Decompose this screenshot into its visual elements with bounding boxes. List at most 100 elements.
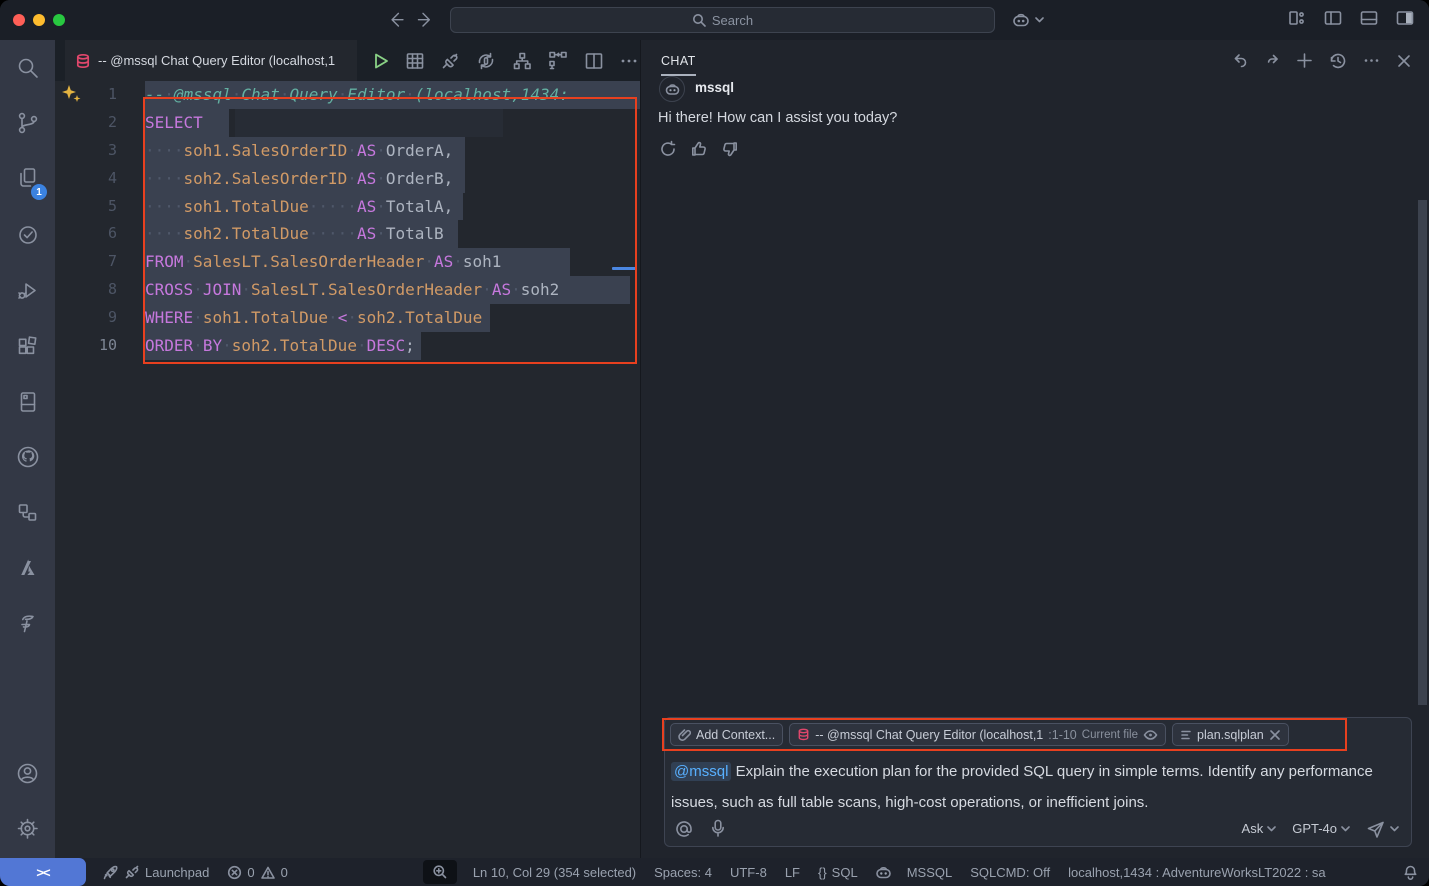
minimize-traffic-light[interactable] — [33, 14, 45, 26]
search-icon — [15, 55, 41, 81]
eol-item[interactable]: LF — [785, 865, 800, 880]
toggle-panel-bottom-icon[interactable] — [1359, 8, 1379, 28]
customize-layout-icon[interactable] — [1287, 8, 1307, 28]
sqlcmd-item[interactable]: SQLCMD: Off — [970, 865, 1050, 880]
copilot-menu[interactable] — [1010, 9, 1044, 31]
sidebar-item-connections[interactable] — [0, 489, 55, 537]
disconnect-plug-icon[interactable] — [439, 50, 461, 72]
close-traffic-light[interactable] — [13, 14, 25, 26]
plan-chip-label: plan.sqlplan — [1197, 728, 1264, 742]
model-selector[interactable]: GPT-4o — [1292, 821, 1350, 836]
more-actions-icon[interactable] — [1362, 51, 1381, 70]
results-grid-icon[interactable] — [404, 50, 426, 72]
code-line[interactable]: 10ORDER·BY·soh2.TotalDue·DESC; — [55, 332, 640, 360]
change-connection-icon[interactable] — [474, 49, 498, 73]
context-file-note: Current file — [1082, 729, 1138, 741]
remote-indicator[interactable]: >< — [0, 858, 86, 886]
paperclip-icon — [678, 728, 691, 742]
indentation-item[interactable]: Spaces: 4 — [654, 865, 712, 880]
sidebar-item-extensions[interactable] — [0, 323, 55, 371]
errors-count: 0 — [247, 865, 254, 880]
split-editor-icon[interactable] — [583, 50, 605, 72]
sidebar-item-task-check[interactable] — [0, 211, 55, 259]
sidebar-item-notebook[interactable] — [0, 378, 55, 426]
more-actions-icon[interactable] — [618, 50, 640, 72]
code-line[interactable]: 2SELECT — [55, 109, 640, 137]
sidebar-item-source-control[interactable] — [0, 99, 55, 147]
code-editor[interactable]: 1--·@mssql·Chat·Query·Editor·(localhost,… — [55, 81, 640, 858]
context-chip-plan-sqlplan[interactable]: plan.sqlplan — [1172, 723, 1289, 746]
tab-mssql-chat-query-editor[interactable]: -- @mssql Chat Query Editor (localhost,1 — [65, 40, 357, 81]
notifications-item[interactable] — [1402, 864, 1419, 881]
status-bar: >< Launchpad 0 0 Ln 10, Col 29 (354 sele… — [0, 858, 1429, 886]
command-center-search[interactable]: Search — [450, 7, 995, 33]
encoding-item[interactable]: UTF-8 — [730, 865, 767, 880]
code-line[interactable]: 6····soh2.TotalDue·····AS·TotalB — [55, 220, 640, 248]
sidebar-item-account[interactable] — [0, 749, 55, 797]
zoom-traffic-light[interactable] — [53, 14, 65, 26]
sidebar-item-azure[interactable] — [0, 544, 55, 592]
debug-icon — [15, 278, 41, 304]
warnings-icon — [260, 865, 276, 880]
undo-icon[interactable] — [1231, 51, 1250, 70]
sidebar-item-search[interactable] — [0, 44, 55, 92]
line-number: 3 — [55, 137, 117, 165]
close-icon[interactable] — [1395, 52, 1413, 70]
sidebar-item-flyway[interactable] — [0, 600, 55, 648]
cursor-position-item[interactable]: Ln 10, Col 29 (354 selected) — [473, 865, 636, 880]
navigate-back-icon[interactable] — [384, 8, 408, 32]
mode-selector[interactable]: Ask — [1242, 821, 1277, 836]
chat-history-icon[interactable] — [1328, 51, 1348, 71]
code-line[interactable]: 7FROM·SalesLT.SalesOrderHeader·AS·soh1 — [55, 248, 640, 276]
chat-draft-text[interactable]: @mssql Explain the execution plan for th… — [671, 756, 1403, 818]
mention-icon[interactable] — [675, 820, 693, 838]
sidebar-item-explorer[interactable]: 1 — [0, 154, 55, 202]
problems-item[interactable]: 0 0 — [227, 865, 287, 880]
navigate-forward-icon[interactable] — [414, 8, 438, 32]
check-circle-icon — [15, 222, 41, 248]
zoom-status-item[interactable] — [423, 860, 457, 884]
linked-squares-icon — [15, 500, 41, 526]
ghost-edit-region — [235, 109, 503, 137]
send-button[interactable] — [1366, 820, 1399, 838]
microphone-icon[interactable] — [711, 819, 725, 838]
connection-item[interactable]: localhost,1434 : AdventureWorksLT2022 : … — [1068, 865, 1326, 880]
remove-chip-icon[interactable] — [1269, 729, 1281, 741]
context-chip-current-file[interactable]: -- @mssql Chat Query Editor (localhost,1… — [789, 723, 1166, 746]
toggle-sidebar-right-icon[interactable] — [1395, 8, 1415, 28]
chat-input-box[interactable]: Add Context... -- @mssql Chat Query Edit… — [664, 717, 1412, 847]
search-placeholder: Search — [712, 13, 753, 28]
editor-tab-bar: -- @mssql Chat Query Editor (localhost,1 — [55, 40, 640, 81]
execution-plan-icon[interactable] — [511, 50, 533, 72]
new-chat-icon[interactable] — [1295, 51, 1314, 70]
launchpad-item[interactable]: Launchpad — [102, 864, 209, 881]
remote-icon: >< — [36, 865, 49, 880]
thumbs-down-icon[interactable] — [721, 140, 739, 158]
copilot-status-item[interactable] — [874, 863, 893, 882]
toggle-sidebar-left-icon[interactable] — [1323, 8, 1343, 28]
run-query-button[interactable] — [369, 50, 391, 72]
regenerate-icon[interactable] — [659, 140, 677, 158]
mssql-item[interactable]: MSSQL — [907, 865, 953, 880]
copilot-sparkle-icon[interactable] — [59, 83, 85, 107]
sidebar-item-settings[interactable] — [0, 804, 55, 852]
eye-icon[interactable] — [1143, 729, 1158, 741]
tab-chat[interactable]: CHAT — [661, 54, 696, 68]
sidebar-item-github[interactable] — [0, 433, 55, 481]
redo-icon[interactable] — [1264, 52, 1281, 69]
model-label: GPT-4o — [1292, 821, 1337, 836]
code-line[interactable]: 9WHERE·soh1.TotalDue·<·soh2.TotalDue — [55, 304, 640, 332]
add-context-button[interactable]: Add Context... — [670, 723, 783, 746]
code-line[interactable]: 8CROSS·JOIN·SalesLT.SalesOrderHeader·AS·… — [55, 276, 640, 304]
sidebar-item-run-debug[interactable] — [0, 267, 55, 315]
language-mode-item[interactable]: {} SQL — [818, 865, 858, 880]
code-line[interactable]: 5····soh1.TotalDue·····AS·TotalA, — [55, 193, 640, 221]
actual-plan-icon[interactable] — [546, 49, 570, 73]
thumbs-up-icon[interactable] — [690, 140, 708, 158]
editor-pane: -- @mssql Chat Query Editor (localhost,1… — [55, 40, 640, 858]
code-line[interactable]: 3····soh1.SalesOrderID·AS·OrderA, — [55, 137, 640, 165]
chat-scrollbar[interactable] — [1418, 200, 1427, 705]
copilot-icon — [874, 863, 893, 882]
code-line[interactable]: 4····soh2.SalesOrderID·AS·OrderB, — [55, 165, 640, 193]
code-line[interactable]: 1--·@mssql·Chat·Query·Editor·(localhost,… — [55, 81, 640, 109]
